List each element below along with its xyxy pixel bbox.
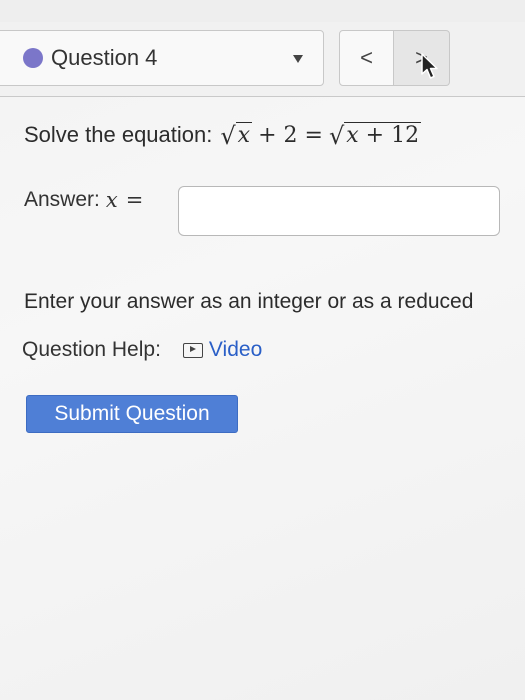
answer-label: Answer: <box>24 188 100 211</box>
radical-sign-icon: √ <box>328 122 345 151</box>
answer-variable: x <box>105 188 118 212</box>
caret-down-icon <box>293 55 303 63</box>
lhs-square-root: √ x <box>220 122 253 151</box>
question-prompt: Solve the equation: √ x + 2 = √ x + 12 <box>24 122 422 151</box>
previous-question-button[interactable]: < <box>339 30 394 86</box>
question-help-label: Question Help: <box>22 338 161 361</box>
lhs-radicand: x <box>235 122 253 148</box>
top-strip <box>0 0 525 23</box>
question-help: Question Help: Video <box>22 338 262 362</box>
equation: √ x + 2 = √ x + 12 <box>220 122 422 151</box>
question-status-dot <box>23 48 43 68</box>
question-navigation: < > <box>339 30 450 86</box>
answer-format-instruction: Enter your answer as an integer or as a … <box>24 290 474 313</box>
question-header: Question 4 < > <box>0 22 525 97</box>
question-number-label: Question 4 <box>51 45 158 70</box>
rhs-square-root: √ x + 12 <box>328 122 422 151</box>
rhs-radicand-variable: x <box>346 123 359 148</box>
mouse-cursor-icon <box>421 53 438 79</box>
question-selector-dropdown[interactable]: Question 4 <box>0 30 324 86</box>
next-question-button[interactable]: > <box>394 30 450 86</box>
video-help-link[interactable]: Video <box>182 338 263 362</box>
answer-input[interactable] <box>178 186 500 236</box>
answer-equals: = <box>125 188 144 212</box>
video-play-icon <box>182 342 203 358</box>
rhs-radicand: x + 12 <box>344 122 422 148</box>
chevron-left-icon: < <box>360 45 373 70</box>
question-prompt-text: Solve the equation: <box>24 122 213 148</box>
radical-sign-icon: √ <box>220 122 236 151</box>
answer-row: Answer: x = <box>24 188 143 212</box>
submit-question-button[interactable]: Submit Question <box>26 395 238 433</box>
video-link-label: Video <box>208 338 263 361</box>
rhs-radicand-constant: + 12 <box>365 123 420 148</box>
equation-middle: + 2 = <box>258 122 323 148</box>
